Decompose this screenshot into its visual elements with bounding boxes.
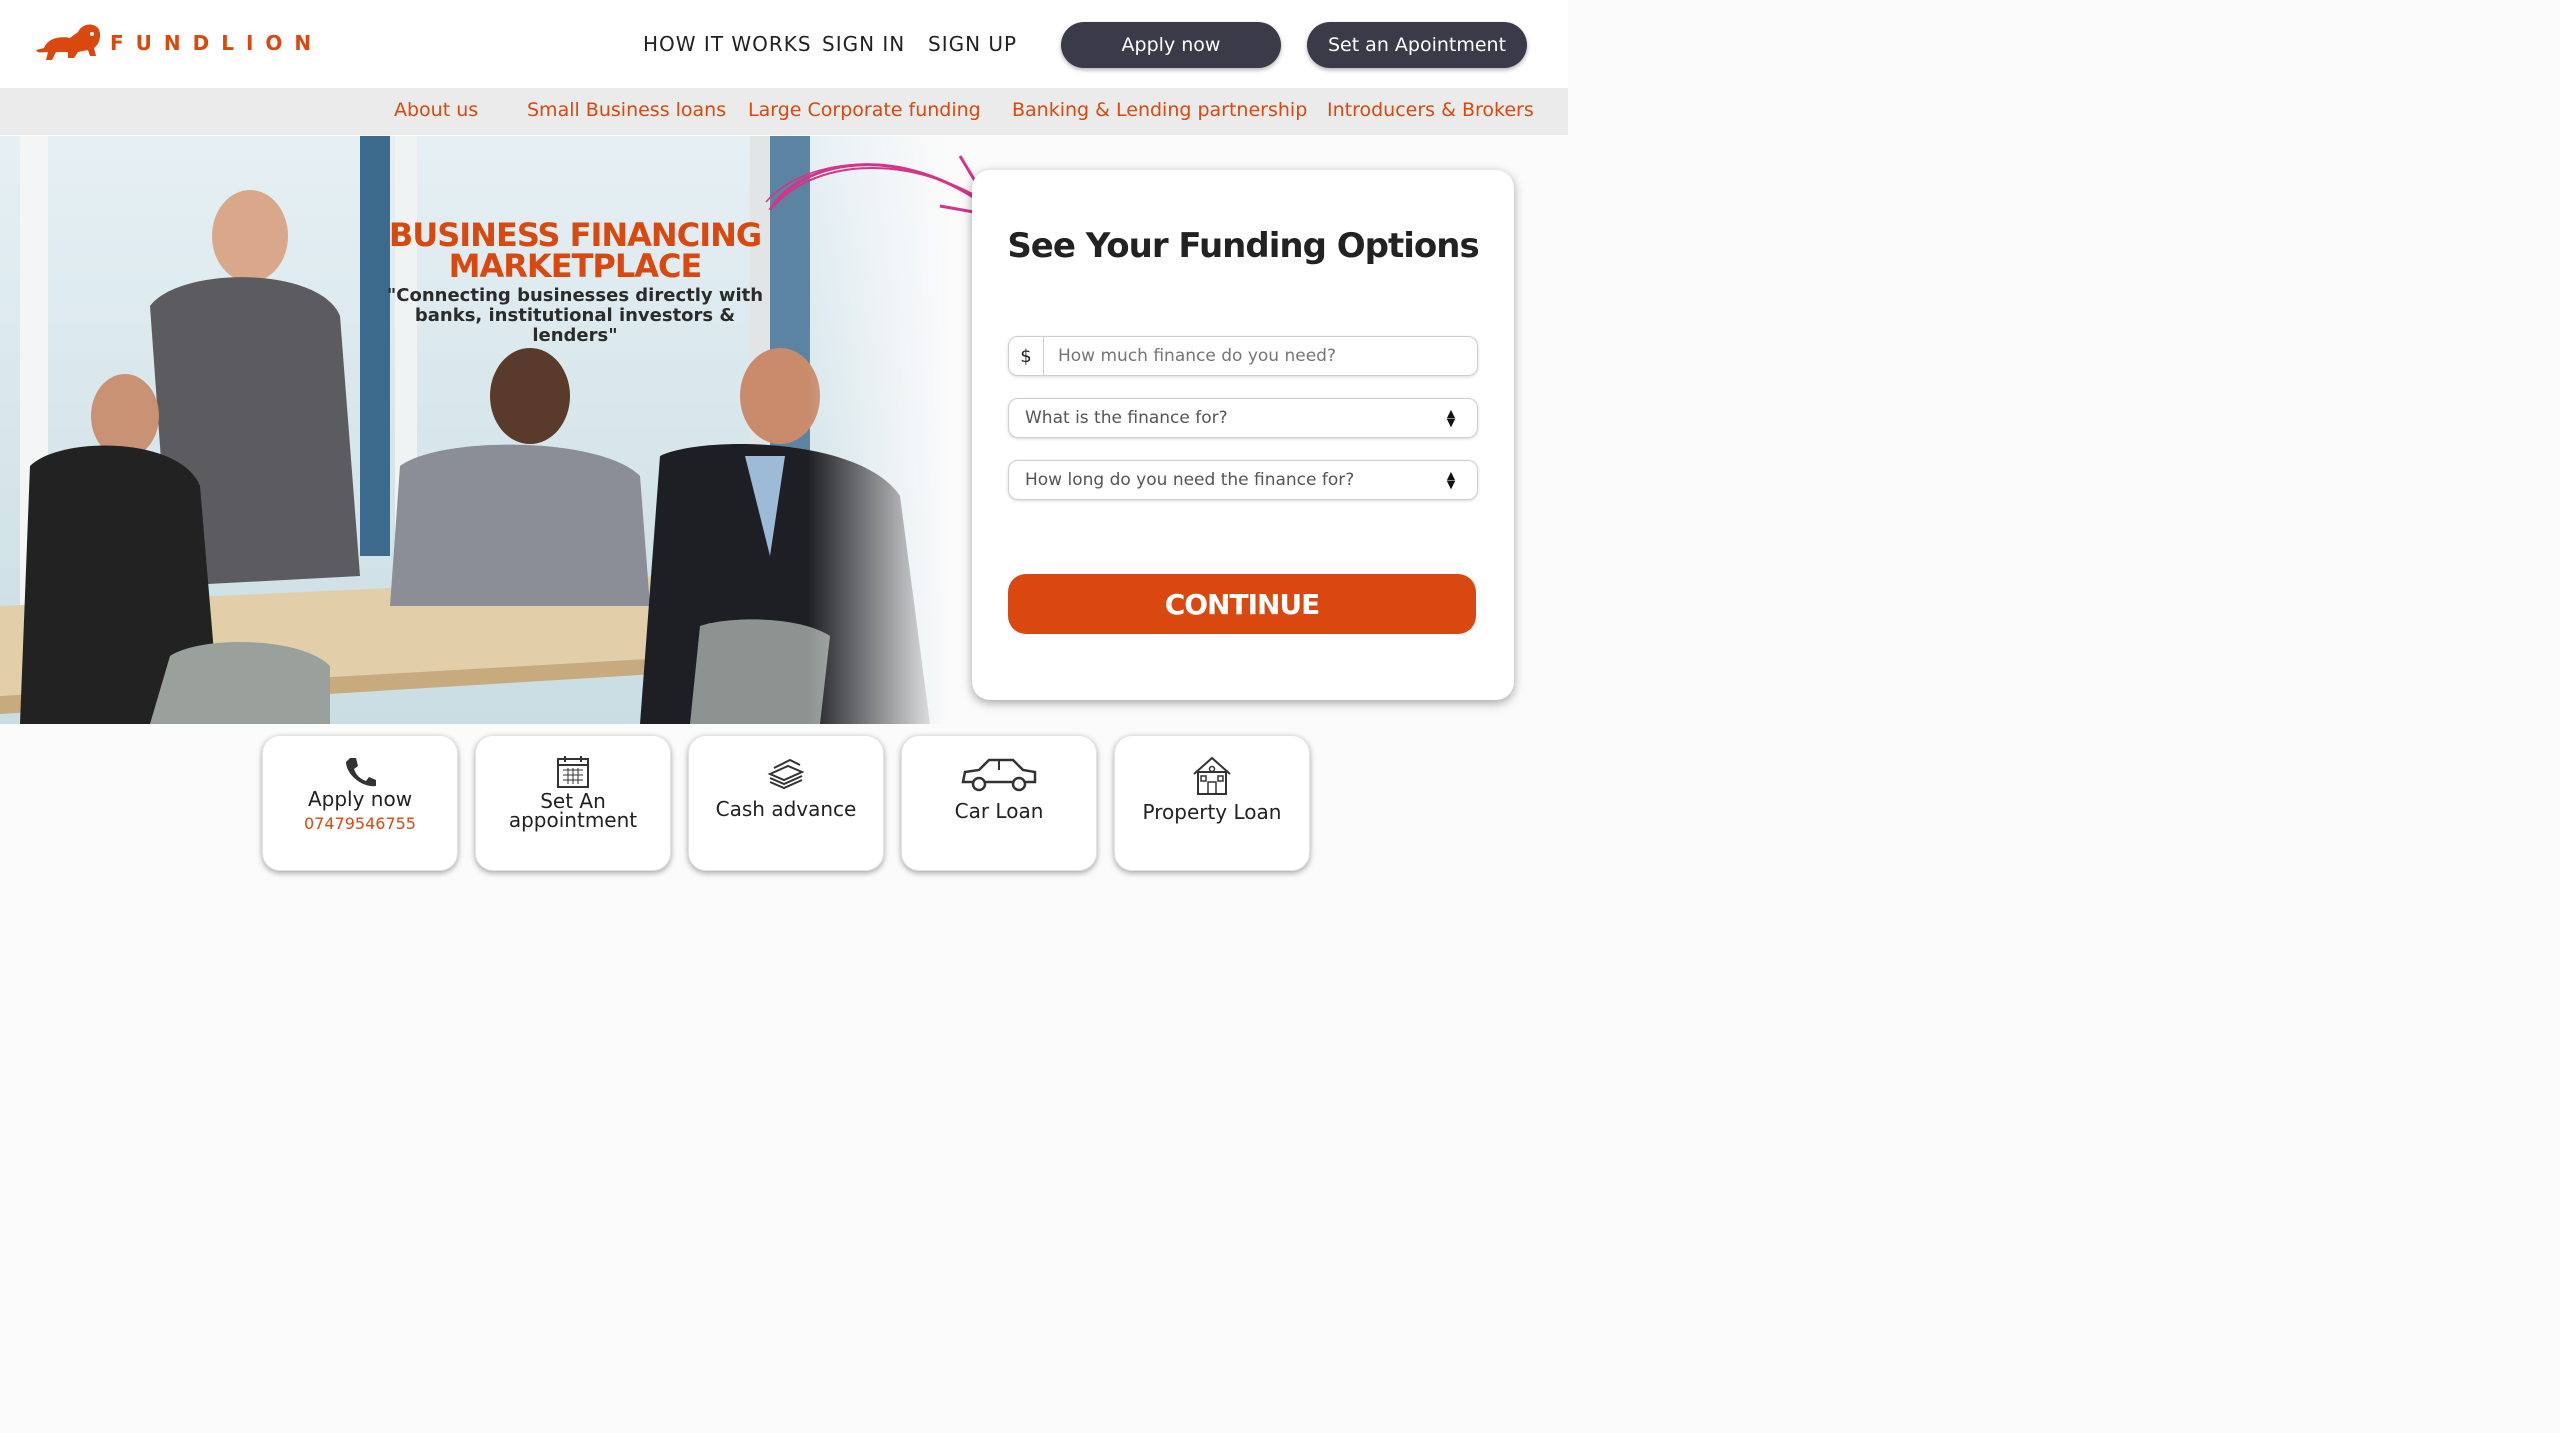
apply-now-button[interactable]: Apply now [1061, 22, 1281, 68]
house-icon [1115, 754, 1309, 796]
subnav-introducers-brokers[interactable]: Introducers & Brokers [1327, 99, 1534, 121]
finance-amount-input[interactable] [1056, 345, 1477, 367]
continue-button[interactable]: CONTINUE [1008, 574, 1476, 634]
nav-how-it-works[interactable]: HOW IT WORKS [643, 32, 812, 56]
subnav-large-corporate-funding[interactable]: Large Corporate funding [748, 99, 981, 121]
select-arrows-icon: ▲ ▼ [1446, 407, 1456, 429]
tile-set-appointment[interactable]: Set An appointment [475, 735, 671, 871]
hero-subtitle: "Connecting businesses directly with ban… [380, 286, 770, 346]
nav-sign-in[interactable]: SIGN IN [822, 32, 905, 56]
tile-phone-number[interactable]: 07479546755 [263, 814, 457, 833]
tile-label: Set An appointment [476, 791, 670, 832]
finance-duration-select[interactable]: How long do you need the finance for? ▲ ▼ [1008, 460, 1478, 500]
phone-icon [263, 754, 457, 790]
tile-label: Cash advance [715, 797, 857, 821]
subnav-small-business-loans[interactable]: Small Business loans [527, 99, 726, 121]
card-title: See Your Funding Options [1007, 226, 1479, 266]
hero-subtitle-line1: "Connecting businesses directly with [386, 285, 764, 306]
subnav-about-us[interactable]: About us [394, 99, 478, 121]
site-header: FUNDLION HOW IT WORKS SIGN IN SIGN UP Ap… [0, 0, 1568, 88]
tile-car-loan[interactable]: Car Loan [901, 735, 1097, 871]
hero-title: BUSINESS FINANCING MARKETPLACE [380, 219, 770, 285]
brand-logo[interactable]: FUNDLION [34, 18, 323, 68]
tile-cash-advance[interactable]: Cash advance [688, 735, 884, 871]
finance-purpose-select[interactable]: What is the finance for? ▲ ▼ [1008, 398, 1478, 438]
nav-sign-up[interactable]: SIGN UP [928, 32, 1017, 56]
tile-label: Car Loan [954, 799, 1044, 823]
finance-amount-field[interactable]: $ [1008, 336, 1478, 376]
lion-icon [36, 24, 101, 60]
subnav-banking-lending-partnership[interactable]: Banking & Lending partnership [1012, 99, 1307, 121]
tile-label-line2: appointment [508, 808, 638, 832]
currency-prefix: $ [1009, 337, 1044, 375]
tile-label: Property Loan [1142, 800, 1282, 824]
funding-options-card: See Your Funding Options $ What is the f… [972, 170, 1514, 700]
calendar-icon [476, 754, 670, 790]
hero-title-line2: MARKETPLACE [448, 247, 703, 285]
brand-name: FUNDLION [110, 31, 324, 55]
finance-duration-value: How long do you need the finance for? [1025, 470, 1355, 490]
cash-stack-icon [689, 754, 883, 790]
tile-label: Apply now [307, 787, 413, 811]
select-arrows-icon: ▲ ▼ [1446, 469, 1456, 491]
secondary-nav: About us Small Business loans Large Corp… [0, 88, 1568, 135]
tile-property-loan[interactable]: Property Loan [1114, 735, 1310, 871]
set-appointment-button[interactable]: Set an Apointment [1307, 22, 1527, 68]
finance-purpose-value: What is the finance for? [1025, 408, 1228, 428]
tile-apply-now[interactable]: Apply now 07479546755 [262, 735, 458, 871]
car-icon [902, 754, 1096, 794]
hero-subtitle-line2: banks, institutional investors & lenders… [414, 305, 736, 346]
